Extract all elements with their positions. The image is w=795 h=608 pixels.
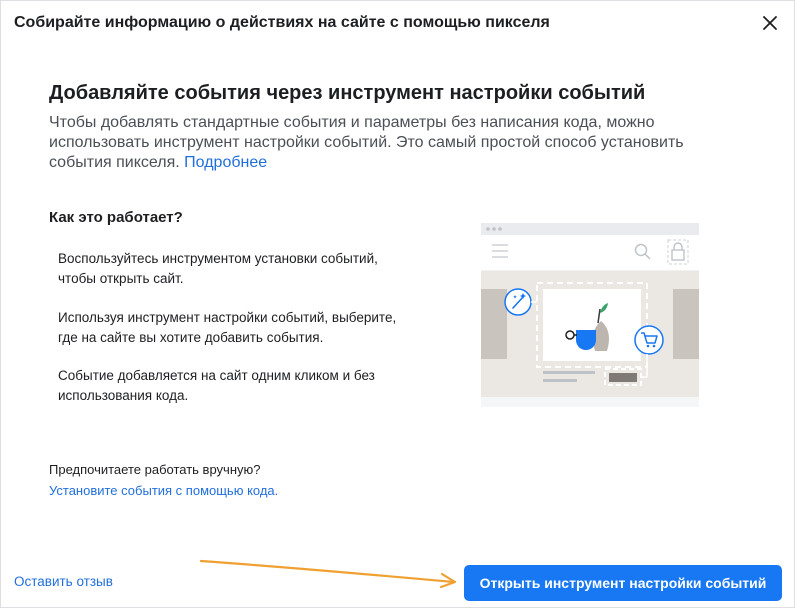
step-2-text: Используя инструмент настройки событий, … (58, 310, 397, 345)
how-it-works-title: Как это работает? (49, 209, 183, 226)
section-headline: Добавляйте события через инструмент наст… (49, 82, 646, 104)
manual-question: Предпочитаете работать вручную? (49, 462, 261, 477)
annotation-arrow (199, 559, 457, 589)
install-with-code-link[interactable]: Установите события с помощью кода. (49, 483, 278, 498)
open-event-setup-tool-button[interactable]: Открыть инструмент настройки событий (464, 565, 782, 601)
dialog-title: Собирайте информацию о действиях на сайт… (14, 14, 550, 31)
website-event-setup-illustration (481, 223, 699, 407)
learn-more-link[interactable]: Подробнее (184, 154, 267, 171)
close-icon (763, 16, 777, 30)
section-description: Чтобы добавлять стандартные события и па… (49, 113, 699, 173)
feedback-link[interactable]: Оставить отзыв (14, 574, 113, 589)
close-button[interactable] (761, 14, 779, 32)
magic-wand-icon (504, 288, 532, 316)
shopping-cart-icon (634, 325, 664, 355)
pixel-events-dialog: Собирайте информацию о действиях на сайт… (0, 0, 795, 608)
step-3-text: Событие добавляется на сайт одним кликом… (58, 368, 375, 403)
description-text: Чтобы добавлять стандартные события и па… (49, 114, 684, 171)
step-1-text: Воспользуйтесь инструментом установки со… (58, 251, 378, 286)
